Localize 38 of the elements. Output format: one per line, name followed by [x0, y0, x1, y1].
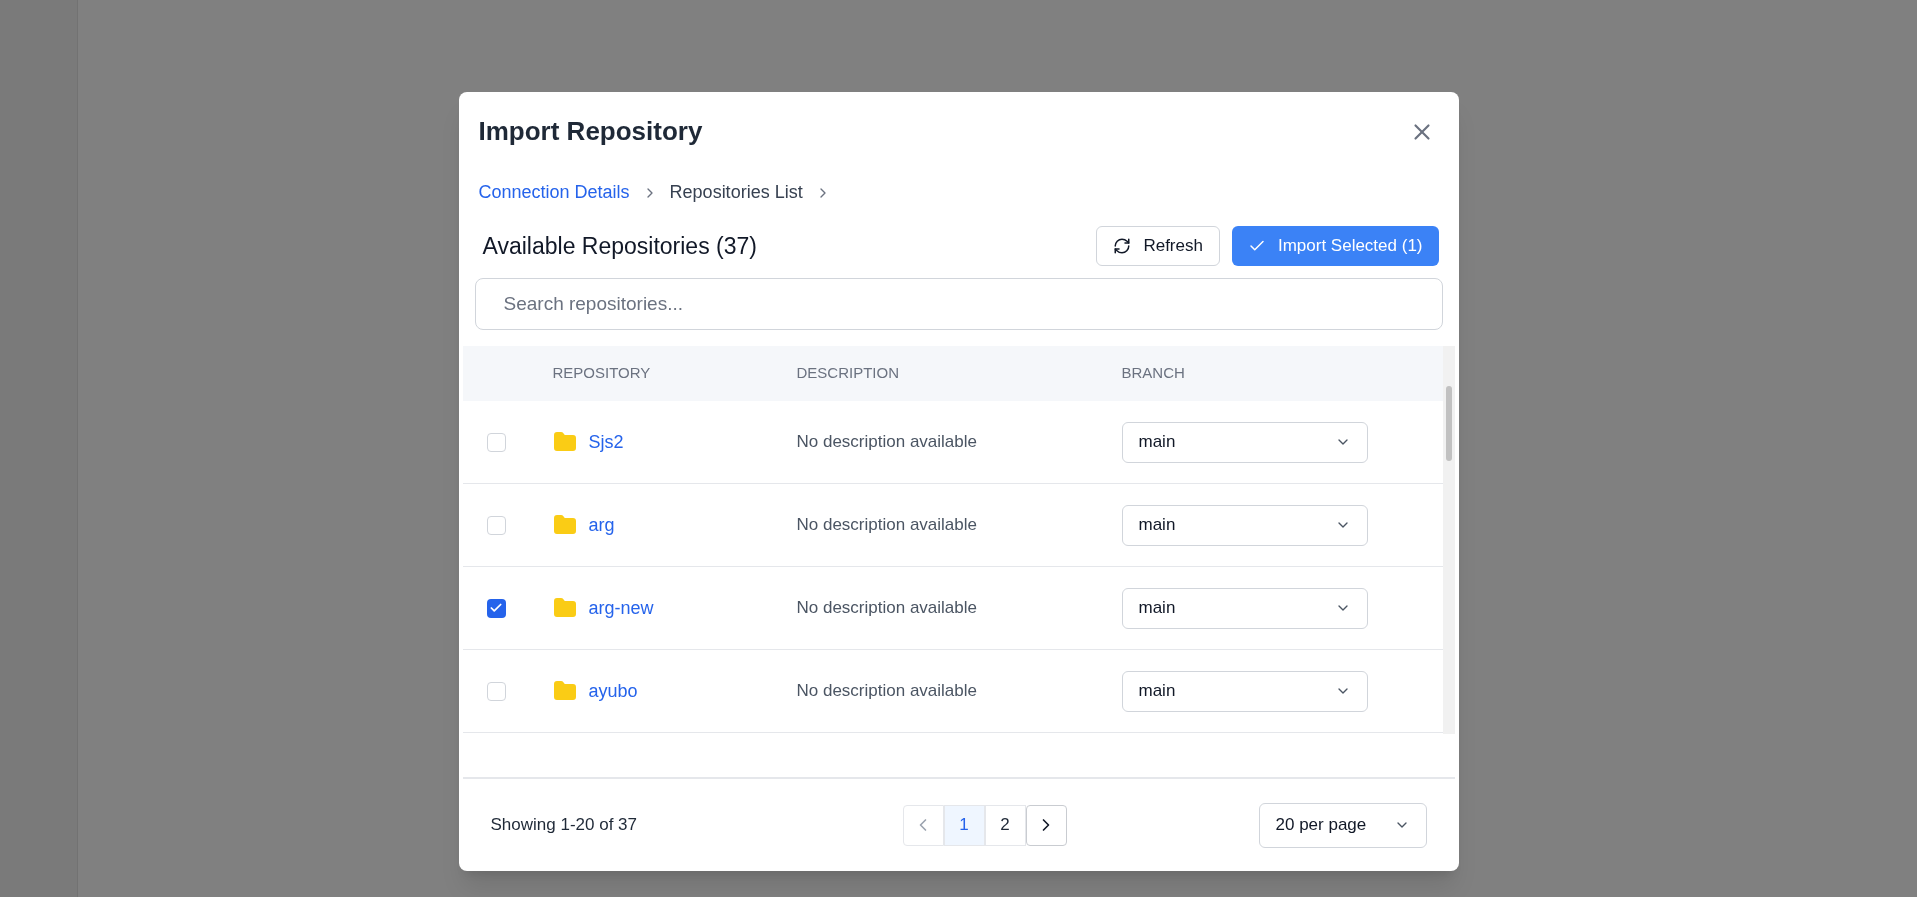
- branch-select[interactable]: main: [1121, 670, 1368, 712]
- page-button[interactable]: 1: [943, 804, 985, 846]
- column-header: BRANCH: [1121, 363, 1185, 384]
- row-checkbox[interactable]: [486, 681, 506, 701]
- folder-icon: [552, 513, 577, 537]
- branch-select[interactable]: main: [1121, 504, 1368, 546]
- previous-page-button[interactable]: [902, 804, 944, 846]
- check-icon: [489, 601, 503, 615]
- breadcrumb-link[interactable]: Connection Details: [478, 179, 630, 206]
- repository-link[interactable]: arg-new: [588, 594, 654, 622]
- repository-link[interactable]: arg: [588, 511, 615, 539]
- repository-link[interactable]: Sjs2: [588, 428, 624, 456]
- folder-icon: [552, 430, 577, 454]
- section-title: Available Repositories (37): [481, 231, 757, 261]
- branch-select[interactable]: main: [1121, 587, 1368, 629]
- description-text: No description available: [796, 680, 978, 703]
- search-field[interactable]: Search repositories...: [474, 278, 1443, 330]
- breadcrumb-link[interactable]: Repositories List: [669, 179, 803, 206]
- next-page-button[interactable]: [1025, 804, 1067, 846]
- column-header: DESCRIPTION: [796, 363, 899, 384]
- dialog-title: Import Repository: [478, 115, 703, 148]
- repository-link[interactable]: ayubo: [588, 677, 638, 705]
- column-header: REPOSITORY: [552, 363, 651, 384]
- description-text: No description available: [796, 431, 978, 454]
- refresh-icon: [1113, 237, 1132, 255]
- folder-icon: [552, 596, 577, 620]
- branch-select[interactable]: main: [1121, 421, 1368, 463]
- row-checkbox[interactable]: [486, 432, 506, 452]
- pagination-summary: Showing 1-20 of 37: [490, 814, 638, 837]
- refresh-button[interactable]: Refresh: [1096, 226, 1220, 266]
- page-size-select[interactable]: 20 per page: [1258, 802, 1427, 848]
- folder-icon: [552, 679, 577, 703]
- row-checkbox[interactable]: [486, 515, 506, 535]
- description-text: No description available: [796, 597, 978, 620]
- page-button[interactable]: 2: [984, 804, 1026, 846]
- row-checkbox[interactable]: [486, 598, 506, 618]
- import-button[interactable]: Import Selected (1): [1231, 226, 1439, 266]
- description-text: No description available: [796, 514, 978, 537]
